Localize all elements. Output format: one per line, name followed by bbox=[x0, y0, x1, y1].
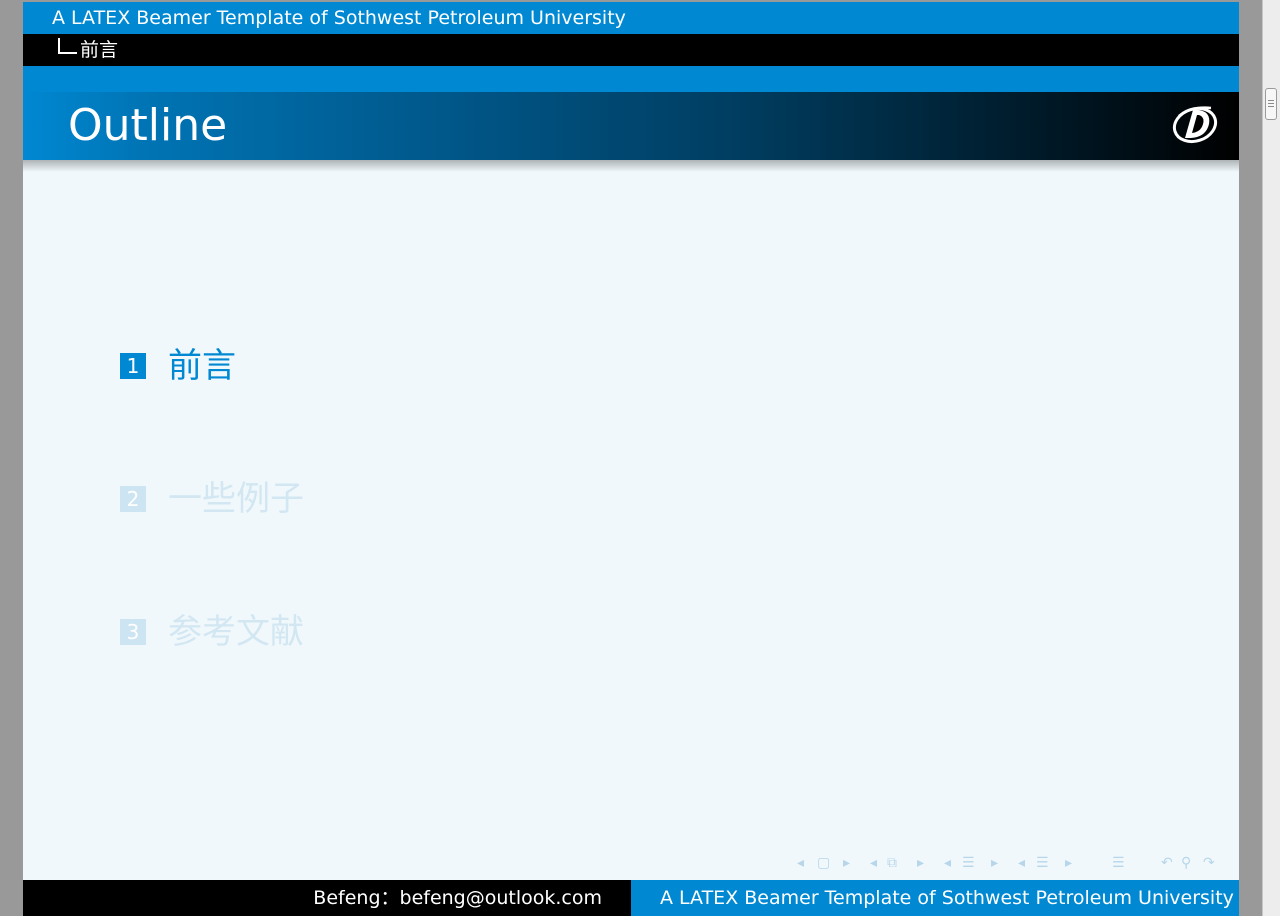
nav-forward-icon[interactable]: ↷ bbox=[1203, 852, 1215, 874]
nav-search-icon[interactable]: ⚲ bbox=[1181, 852, 1191, 874]
footline: Befeng：befeng@outlook.com A LATEX Beamer… bbox=[23, 880, 1239, 916]
scrollbar-thumb[interactable] bbox=[1265, 88, 1277, 120]
frame-title-bar: Outline bbox=[23, 92, 1239, 160]
nav-section-prev-icon[interactable]: ◂ bbox=[1018, 852, 1025, 874]
toc-item-label: 一些例子 bbox=[168, 479, 304, 519]
nav-section-next-icon[interactable]: ▸ bbox=[1065, 852, 1072, 874]
nav-frame-next-icon[interactable]: ▸ bbox=[917, 852, 924, 874]
beamer-navigation-symbols: ◂ ▢ ▸ ◂ ⧉ ▸ ◂ ☰ ▸ ◂ ☰ ▸ ☰ ↶ ⚲ ↷ bbox=[797, 852, 1237, 874]
header-band bbox=[23, 66, 1239, 92]
pdf-viewer: A LATEX Beamer Template of Sothwest Petr… bbox=[0, 0, 1280, 916]
nav-section-icon[interactable]: ☰ bbox=[1036, 852, 1049, 874]
university-logo-icon bbox=[1172, 106, 1218, 144]
toc-item-number: 2 bbox=[120, 486, 146, 512]
headline-title-bar: A LATEX Beamer Template of Sothwest Petr… bbox=[23, 2, 1239, 34]
footer-short-title: A LATEX Beamer Template of Sothwest Petr… bbox=[660, 887, 1234, 909]
nav-frame-icon[interactable]: ⧉ bbox=[887, 852, 897, 874]
slide: A LATEX Beamer Template of Sothwest Petr… bbox=[23, 2, 1239, 916]
scrollbar-grip-line bbox=[1268, 103, 1274, 104]
footer-author-info: Befeng：befeng@outlook.com bbox=[313, 887, 602, 909]
tree-corner-icon bbox=[58, 38, 77, 54]
scrollbar-grip-line bbox=[1268, 100, 1274, 101]
nav-slide-prev-icon[interactable]: ◂ bbox=[797, 852, 804, 874]
toc-item-number: 3 bbox=[120, 619, 146, 645]
nav-back-icon[interactable]: ↶ bbox=[1161, 852, 1173, 874]
headline-short-title: A LATEX Beamer Template of Sothwest Petr… bbox=[52, 7, 626, 29]
toc-item-number: 1 bbox=[120, 353, 146, 379]
frame-title-shadow bbox=[23, 160, 1239, 172]
toc-item-label: 前言 bbox=[168, 346, 236, 386]
footer-title-box: A LATEX Beamer Template of Sothwest Petr… bbox=[631, 880, 1239, 916]
nav-subsection-next-icon[interactable]: ▸ bbox=[991, 852, 998, 874]
headline-section-bar: 前言 bbox=[23, 34, 1239, 66]
vertical-scrollbar[interactable] bbox=[1262, 0, 1280, 916]
frame-title: Outline bbox=[68, 100, 228, 151]
scrollbar-grip-line bbox=[1268, 106, 1274, 107]
nav-slide-icon[interactable]: ▢ bbox=[817, 852, 830, 874]
nav-subsection-icon[interactable]: ☰ bbox=[962, 852, 975, 874]
nav-document-icon[interactable]: ☰ bbox=[1112, 852, 1125, 874]
nav-subsection-prev-icon[interactable]: ◂ bbox=[944, 852, 951, 874]
toc-item-label: 参考文献 bbox=[168, 612, 304, 652]
headline-current-section: 前言 bbox=[80, 39, 119, 61]
nav-frame-prev-icon[interactable]: ◂ bbox=[870, 852, 877, 874]
footer-author-box: Befeng：befeng@outlook.com bbox=[23, 880, 631, 916]
nav-slide-next-icon[interactable]: ▸ bbox=[843, 852, 850, 874]
